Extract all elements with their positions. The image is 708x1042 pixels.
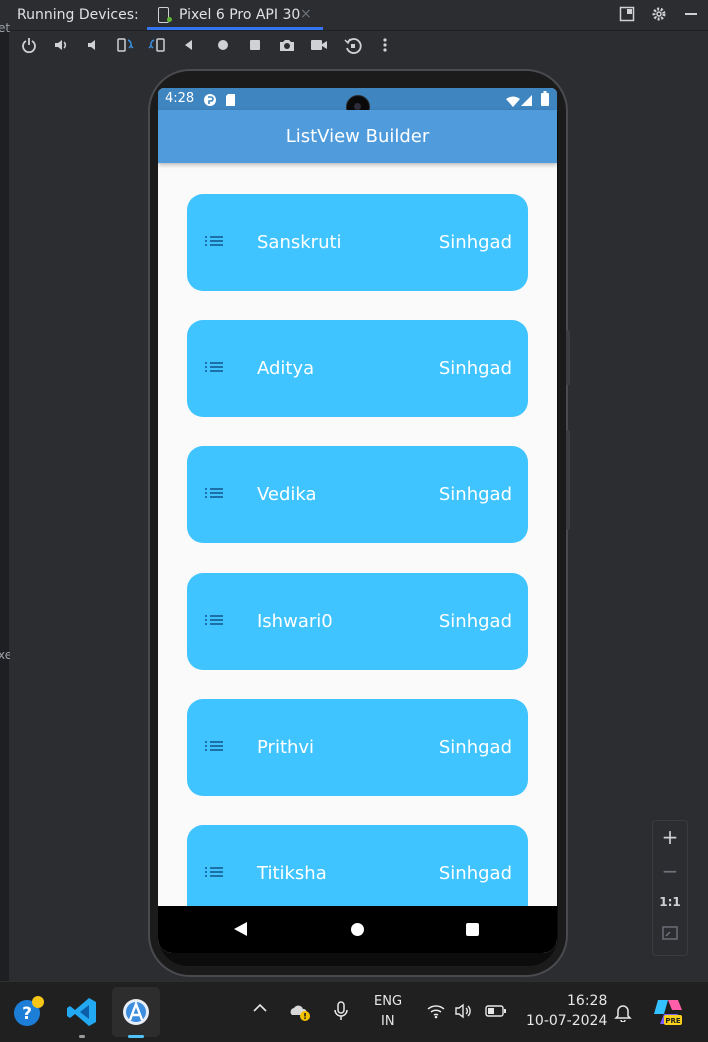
left-tool-strip: et xe bbox=[0, 21, 12, 981]
sd-card-icon bbox=[225, 92, 236, 111]
list-view[interactable]: Sanskruti Sinhgad Aditya Sinhgad Vedika … bbox=[158, 163, 557, 906]
list-item-title: Prithvi bbox=[257, 737, 315, 758]
gear-icon[interactable] bbox=[650, 6, 668, 24]
microphone-icon[interactable] bbox=[333, 1001, 349, 1025]
copilot-icon[interactable]: PRE bbox=[652, 996, 684, 1028]
svg-text:?: ? bbox=[22, 1004, 32, 1024]
list-item-title: Ishwari0 bbox=[257, 611, 333, 632]
list-icon bbox=[205, 234, 223, 248]
phone-side-button bbox=[566, 330, 570, 385]
back-icon[interactable] bbox=[178, 37, 200, 59]
panel-title: Running Devices: bbox=[17, 7, 139, 23]
screen-record-icon[interactable] bbox=[308, 37, 330, 59]
screenshot-icon[interactable] bbox=[276, 37, 298, 59]
list-item[interactable]: Ishwari0 Sinhgad bbox=[187, 573, 528, 670]
list-item-trailing: Sinhgad bbox=[438, 232, 512, 253]
onedrive-warning-icon[interactable] bbox=[289, 1002, 311, 1026]
list-item-trailing: Sinhgad bbox=[438, 358, 512, 379]
rotate-right-icon[interactable] bbox=[146, 37, 168, 59]
language-indicator[interactable]: ENG bbox=[374, 994, 402, 1009]
overview-icon[interactable] bbox=[244, 37, 266, 59]
minimize-icon[interactable] bbox=[682, 6, 700, 24]
list-icon bbox=[205, 739, 223, 753]
zoom-out-button[interactable]: − bbox=[653, 859, 687, 883]
fit-screen-icon[interactable] bbox=[653, 925, 687, 946]
android-studio-icon[interactable] bbox=[120, 996, 152, 1028]
app-bar: ListView Builder bbox=[158, 110, 557, 163]
battery-icon bbox=[541, 91, 549, 110]
list-item-title: Vedika bbox=[257, 484, 317, 505]
device-screen[interactable]: 4:28 ListView Builder Sanskruti Sinhgad … bbox=[158, 88, 557, 953]
list-item[interactable]: Sanskruti Sinhgad bbox=[187, 194, 528, 291]
list-item-title: Aditya bbox=[257, 358, 315, 379]
notification-icon bbox=[203, 92, 217, 111]
nav-back-icon[interactable] bbox=[234, 922, 247, 936]
list-item-title: Titiksha bbox=[257, 863, 327, 884]
list-item-trailing: Sinhgad bbox=[438, 737, 512, 758]
power-icon[interactable] bbox=[18, 37, 40, 59]
list-item-trailing: Sinhgad bbox=[438, 611, 512, 632]
signal-icon bbox=[521, 92, 533, 111]
battery-icon[interactable] bbox=[485, 1004, 507, 1022]
running-devices-header: Running Devices: Pixel 6 Pro API 30 × bbox=[0, 0, 708, 31]
vscode-icon[interactable] bbox=[66, 996, 98, 1028]
android-studio-active-indicator bbox=[128, 1035, 144, 1038]
list-icon bbox=[205, 486, 223, 500]
clock-time[interactable]: 16:28 bbox=[567, 993, 607, 1009]
status-time: 4:28 bbox=[165, 91, 195, 106]
vscode-running-indicator bbox=[79, 1035, 85, 1038]
list-item-trailing: Sinhgad bbox=[438, 863, 512, 884]
home-icon[interactable] bbox=[212, 37, 234, 59]
app-title: ListView Builder bbox=[285, 126, 430, 147]
close-tab-icon[interactable]: × bbox=[300, 6, 312, 22]
volume-up-icon[interactable] bbox=[50, 37, 72, 59]
list-item[interactable]: Prithvi Sinhgad bbox=[187, 699, 528, 796]
list-icon bbox=[205, 613, 223, 627]
window-layout-icon[interactable] bbox=[618, 6, 636, 24]
tab-label: Pixel 6 Pro API 30 bbox=[179, 7, 301, 23]
rotate-left-icon[interactable] bbox=[114, 37, 136, 59]
emulator-toolbar bbox=[10, 31, 708, 65]
tab-pixel-6-pro[interactable]: Pixel 6 Pro API 30 × bbox=[147, 0, 323, 30]
snapshot-icon[interactable] bbox=[342, 37, 364, 59]
volume-down-icon[interactable] bbox=[82, 37, 104, 59]
nav-recents-icon[interactable] bbox=[466, 923, 479, 936]
list-item-title: Sanskruti bbox=[257, 232, 342, 253]
list-item[interactable]: Aditya Sinhgad bbox=[187, 320, 528, 417]
language-region[interactable]: IN bbox=[381, 1014, 395, 1029]
zoom-panel: + − 1:1 bbox=[652, 820, 688, 956]
clock-date[interactable]: 10-07-2024 bbox=[526, 1013, 607, 1029]
list-item[interactable]: Vedika Sinhgad bbox=[187, 446, 528, 543]
svg-text:PRE: PRE bbox=[665, 1017, 681, 1025]
tab-active-underline bbox=[147, 27, 323, 30]
device-running-indicator bbox=[167, 17, 172, 22]
more-icon[interactable] bbox=[374, 37, 396, 59]
actual-size-button[interactable]: 1:1 bbox=[653, 895, 687, 909]
list-item-trailing: Sinhgad bbox=[438, 484, 512, 505]
list-icon bbox=[205, 865, 223, 879]
nav-home-icon[interactable] bbox=[351, 923, 364, 936]
windows-taskbar: ? ENG IN 16:28 10-07-2024 PRE bbox=[0, 981, 708, 1042]
help-icon[interactable]: ? bbox=[12, 996, 44, 1028]
left-strip-text: et bbox=[0, 21, 11, 35]
list-icon bbox=[205, 360, 223, 374]
wifi-icon[interactable] bbox=[427, 1003, 445, 1023]
zoom-in-button[interactable]: + bbox=[653, 825, 687, 849]
navigation-bar bbox=[158, 906, 557, 953]
speaker-icon[interactable] bbox=[455, 1003, 473, 1023]
list-item[interactable]: Titiksha Sinhgad bbox=[187, 825, 528, 906]
phone-side-button bbox=[566, 430, 570, 530]
bell-icon[interactable] bbox=[614, 1002, 632, 1026]
chevron-up-icon[interactable] bbox=[252, 1002, 268, 1018]
